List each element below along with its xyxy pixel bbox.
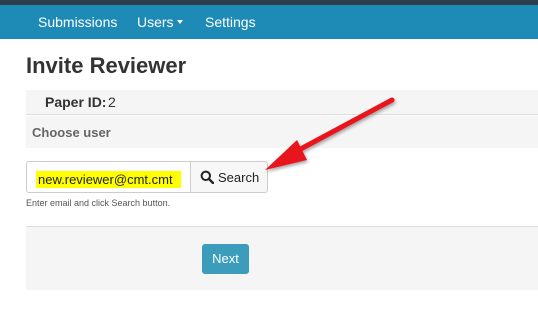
paper-id-row: Paper ID: 2 [26, 90, 538, 115]
search-button[interactable]: Search [190, 161, 268, 193]
choose-user-header: Choose user [26, 116, 538, 148]
paper-id-label: Paper ID: [45, 94, 107, 110]
choose-user-label: Choose user [32, 125, 111, 140]
nav-submissions-label: Submissions [38, 14, 118, 30]
nav-submissions[interactable]: Submissions [38, 5, 117, 39]
next-button[interactable]: Next [202, 244, 249, 274]
top-navbar: Submissions Users Settings [0, 5, 538, 39]
nav-users-label: Users [137, 14, 174, 30]
email-input-value: new.reviewer@cmt.cmt [36, 171, 181, 188]
search-icon [200, 170, 214, 184]
search-help-text: Enter email and click Search button. [26, 198, 171, 208]
nav-settings[interactable]: Settings [205, 5, 256, 39]
nav-users[interactable]: Users [137, 5, 183, 39]
action-footer: Next [26, 226, 538, 290]
paper-id-value: 2 [108, 94, 116, 110]
search-button-label: Search [218, 170, 260, 185]
nav-settings-label: Settings [205, 14, 256, 30]
caret-down-icon [176, 20, 183, 25]
page-title: Invite Reviewer [26, 53, 187, 78]
email-search-input[interactable]: new.reviewer@cmt.cmt [26, 161, 191, 193]
